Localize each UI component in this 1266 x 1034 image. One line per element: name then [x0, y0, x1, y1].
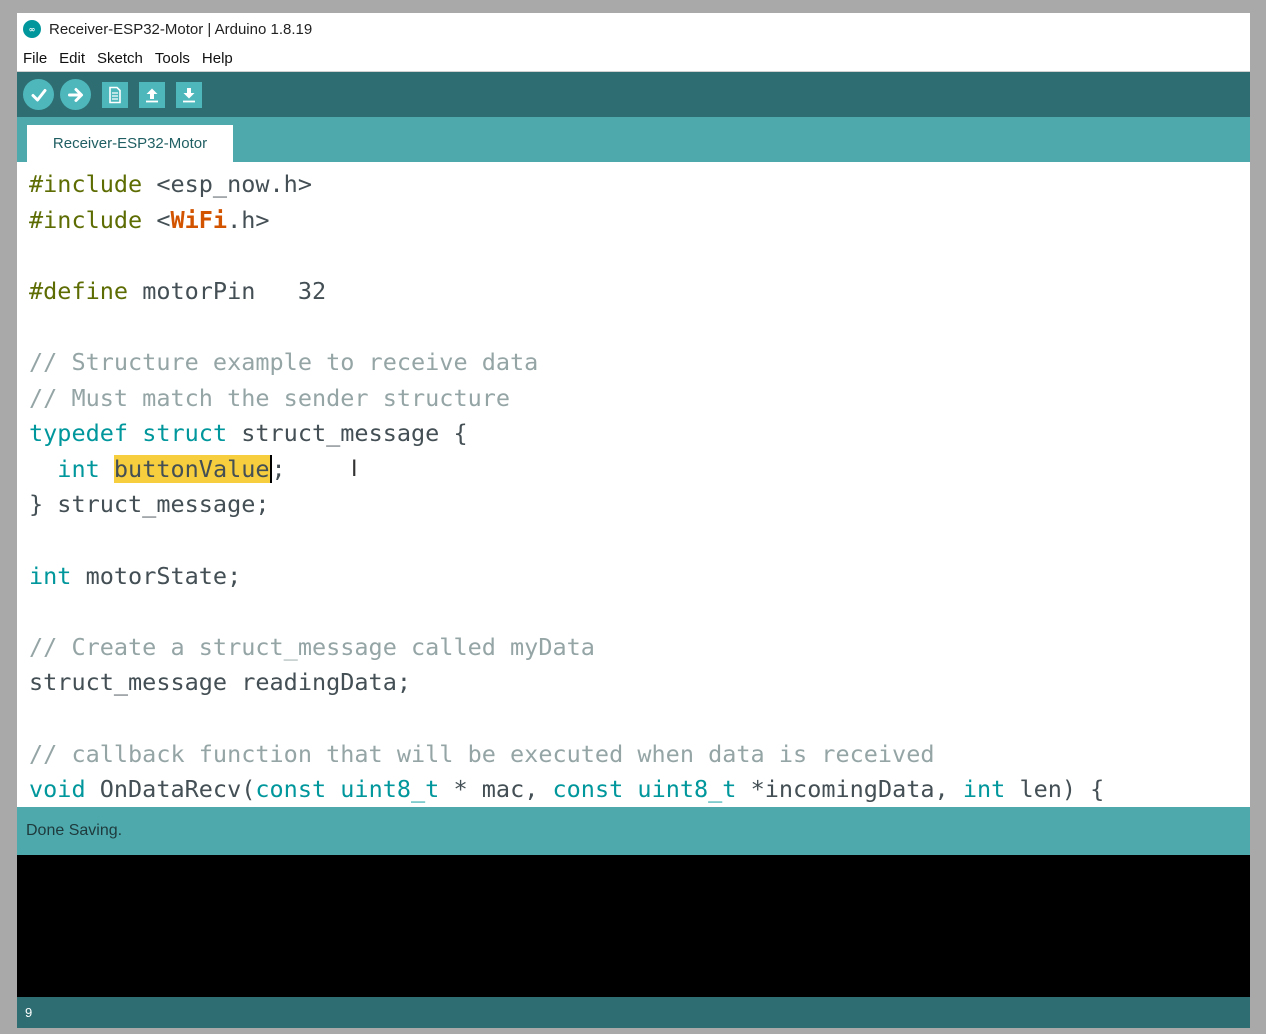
new-icon	[109, 86, 121, 103]
verify-icon	[31, 88, 46, 101]
code-token: ;	[271, 454, 286, 483]
code-token: void	[29, 775, 86, 804]
toolbar	[17, 72, 1250, 117]
code-token: #include	[29, 170, 143, 198]
open-button[interactable]	[139, 81, 165, 108]
code-line[interactable]: // Structure example to receive data	[29, 345, 1104, 381]
menu-help[interactable]: Help	[196, 50, 239, 67]
code-editor[interactable]: #include <esp_now.h> #include <WiFi.h> #d…	[17, 162, 1250, 807]
status-message: Done Saving.	[26, 822, 123, 839]
menu-file[interactable]: File	[17, 50, 53, 67]
code-token: int	[962, 775, 1006, 804]
line-number: 9	[25, 1005, 33, 1020]
code-token: * mac,	[439, 775, 553, 804]
upload-icon	[67, 87, 83, 102]
menu-bar: File Edit Sketch Tools Help	[17, 45, 1250, 72]
save-icon	[183, 87, 195, 102]
code-line[interactable]: #include <WiFi.h>	[29, 203, 1104, 239]
code-line[interactable]: int buttonValue;	[29, 452, 1104, 488]
code-token: *incomingData,	[736, 775, 963, 804]
code-line[interactable]	[29, 309, 1104, 345]
title-bar: ∞ Receiver-ESP32-Motor | Arduino 1.8.19	[17, 13, 1250, 45]
code-line[interactable]: // callback function that will be execut…	[29, 737, 1104, 773]
open-icon	[146, 88, 158, 102]
code-line[interactable]: // Create a struct_message called myData	[29, 630, 1104, 666]
arduino-logo-icon: ∞	[23, 20, 41, 38]
code-token: #include	[29, 205, 143, 234]
upload-button[interactable]	[60, 79, 91, 110]
tab-receiver-esp32-motor[interactable]: Receiver-ESP32-Motor	[27, 125, 233, 162]
arduino-ide-window: ∞ Receiver-ESP32-Motor | Arduino 1.8.19 …	[17, 13, 1250, 1028]
code-token: const	[255, 775, 327, 804]
status-bar: Done Saving.	[17, 807, 1250, 855]
code-line[interactable]: void OnDataRecv(const uint8_t * mac, con…	[29, 772, 1104, 807]
code-token: .h>	[227, 205, 270, 234]
code-token: struct_message {	[227, 419, 468, 448]
code-token: <esp_now.h>	[142, 170, 312, 198]
code-line[interactable]: // Must match the sender structure	[29, 381, 1104, 417]
code-line[interactable]	[29, 701, 1104, 737]
output-console[interactable]	[17, 855, 1250, 997]
code-token: typedef	[29, 419, 129, 448]
tab-strip: Receiver-ESP32-Motor	[17, 117, 1250, 162]
code-line[interactable]	[29, 523, 1104, 559]
code-token: motorState;	[71, 561, 242, 590]
code-line[interactable]	[29, 238, 1104, 274]
code-token: // callback function that will be execut…	[29, 739, 935, 768]
code-token: // Create a struct_message called myData	[29, 632, 595, 661]
code-line[interactable]: #include <esp_now.h>	[29, 167, 1104, 203]
window-title: Receiver-ESP32-Motor | Arduino 1.8.19	[49, 20, 313, 38]
code-token: uint8_t	[340, 775, 440, 804]
code-token: motorPin 32	[128, 276, 327, 305]
code-token: } struct_message;	[29, 490, 270, 519]
code-line[interactable]: #define motorPin 32	[29, 274, 1104, 310]
new-sketch-button[interactable]	[102, 81, 128, 108]
menu-sketch[interactable]: Sketch	[91, 50, 149, 67]
code-line[interactable]: } struct_message;	[29, 487, 1104, 523]
code-token: // Must match the sender structure	[29, 383, 511, 412]
menu-edit[interactable]: Edit	[53, 50, 91, 67]
code-text[interactable]: #include <esp_now.h> #include <WiFi.h> #d…	[29, 167, 1104, 807]
code-token: int	[57, 454, 100, 483]
code-token: struct_message readingData;	[29, 668, 412, 697]
code-line[interactable]: struct_message readingData;	[29, 665, 1104, 701]
code-token: buttonValue	[113, 454, 272, 483]
code-token: len) {	[1005, 775, 1105, 804]
code-token: int	[29, 561, 72, 590]
code-token: <	[142, 205, 171, 234]
code-token: uint8_t	[637, 775, 737, 804]
code-token: WiFi	[170, 205, 228, 234]
footer-bar: 9	[17, 997, 1250, 1028]
code-line[interactable]: int motorState;	[29, 559, 1104, 595]
menu-tools[interactable]: Tools	[149, 50, 196, 67]
code-token: #define	[29, 276, 129, 305]
verify-button[interactable]	[23, 79, 54, 110]
code-token: struct	[142, 419, 228, 448]
code-line[interactable]	[29, 594, 1104, 630]
code-token: const	[552, 775, 624, 804]
code-token: OnDataRecv(	[85, 775, 256, 804]
save-button[interactable]	[176, 81, 202, 108]
code-token: // Structure example to receive data	[29, 347, 539, 376]
code-line[interactable]: typedef struct struct_message {	[29, 416, 1104, 452]
text-cursor-icon: I	[351, 457, 358, 482]
